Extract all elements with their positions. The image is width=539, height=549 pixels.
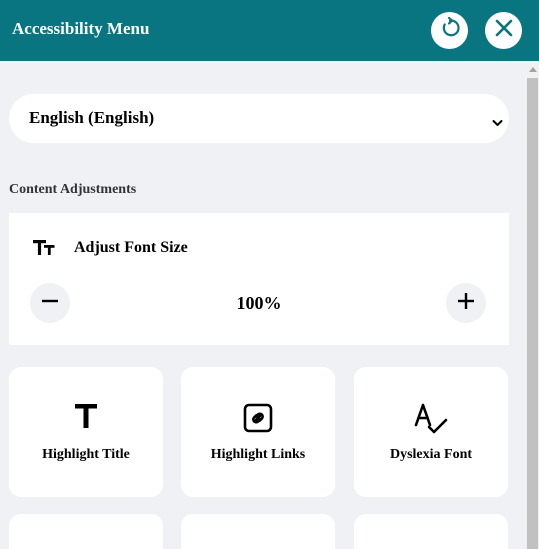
dyslexia-font-tile[interactable]: Dyslexia Font xyxy=(354,367,508,497)
plus-icon xyxy=(457,292,475,315)
reset-button[interactable] xyxy=(431,12,468,49)
language-select[interactable]: English (English) xyxy=(9,94,509,143)
highlight-links-tile[interactable]: Highlight Links xyxy=(181,367,335,497)
adjustment-tile[interactable] xyxy=(9,514,163,549)
highlight-links-label: Highlight Links xyxy=(210,447,306,462)
font-size-icon xyxy=(33,239,55,262)
adjustment-tile[interactable] xyxy=(354,514,508,549)
language-selected-value: English (English) xyxy=(29,108,155,127)
reset-icon xyxy=(439,16,461,44)
increase-font-button[interactable] xyxy=(446,283,486,323)
font-size-card: Adjust Font Size 100% xyxy=(9,213,509,345)
spell-check-icon xyxy=(414,403,448,440)
close-button[interactable] xyxy=(485,12,522,49)
menu-title: Accessibility Menu xyxy=(12,19,150,38)
highlight-title-label: Highlight Title xyxy=(42,447,130,462)
section-heading-content-adjustments: Content Adjustments xyxy=(9,182,137,197)
highlight-title-tile[interactable]: Highlight Title xyxy=(9,367,163,497)
menu-header: Accessibility Menu xyxy=(0,0,539,61)
adjustment-tile[interactable] xyxy=(181,514,335,549)
scroll-up-arrow-icon[interactable] xyxy=(529,67,537,72)
font-size-label: Adjust Font Size xyxy=(74,239,188,256)
font-size-value: 100% xyxy=(236,293,282,313)
title-icon xyxy=(74,403,98,434)
chevron-down-icon xyxy=(492,114,503,132)
scrollbar-thumb[interactable] xyxy=(527,78,538,549)
dyslexia-font-label: Dyslexia Font xyxy=(389,447,473,462)
link-icon xyxy=(243,403,273,438)
close-icon xyxy=(494,18,514,43)
